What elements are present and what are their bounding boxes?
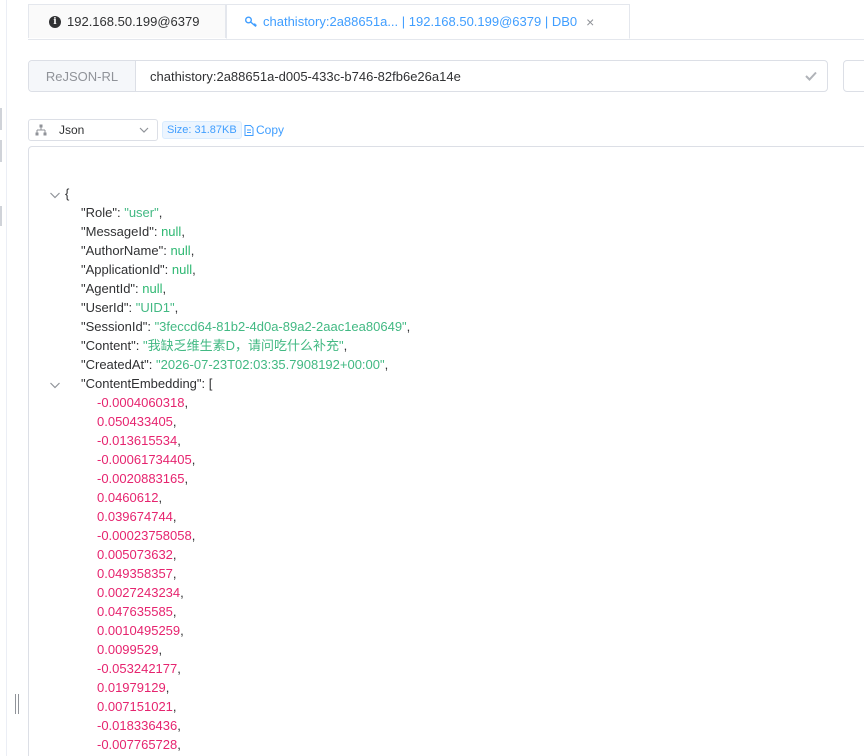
json-number: -0.013615534 xyxy=(97,433,178,448)
document-icon xyxy=(244,124,254,136)
key-icon xyxy=(245,16,257,27)
json-key: "CreatedAt" xyxy=(81,357,149,372)
json-field-line: "AuthorName": null, xyxy=(81,243,195,258)
json-value: "3feccd64-81b2-4d0a-89a2-2aac1ea80649" xyxy=(154,319,407,334)
splitter-mark xyxy=(0,140,2,162)
json-field-line: "Role": "user", xyxy=(81,205,163,220)
json-array-item: 0.050433405, xyxy=(97,414,177,429)
copy-label: Copy xyxy=(256,123,285,137)
json-array-item: -0.0004060318, xyxy=(97,395,189,410)
json-array-item: 0.005073632, xyxy=(97,547,177,562)
json-number: -0.018336436 xyxy=(97,718,178,733)
json-number: 0.050433405 xyxy=(97,414,173,429)
resize-handle[interactable] xyxy=(15,694,21,714)
collapse-toggle-icon[interactable] xyxy=(49,189,61,201)
json-key: "UserId" xyxy=(81,300,129,315)
json-key: "SessionId" xyxy=(81,319,148,334)
tabs-bar: i 192.168.50.199@6379 chathistory:2a8865… xyxy=(28,4,864,40)
json-field-line: "ApplicationId": null, xyxy=(81,262,196,277)
json-field-line: "Content": "我缺乏维生素D，请问吃什么补充", xyxy=(81,338,348,353)
json-array-line: "ContentEmbedding": [ xyxy=(81,376,213,391)
tab-label: chathistory:2a88651a... | 192.168.50.199… xyxy=(263,14,578,29)
tree-icon xyxy=(35,124,47,136)
json-array-item: 0.0010495259, xyxy=(97,623,184,638)
json-number: -0.053242177 xyxy=(97,661,178,676)
json-number: 0.047635585 xyxy=(97,604,173,619)
json-key: "AuthorName" xyxy=(81,243,164,258)
chevron-down-icon xyxy=(139,127,149,133)
json-value: "2026-07-23T02:03:35.7908192+00:00" xyxy=(156,357,385,372)
info-icon: i xyxy=(49,15,61,28)
json-number: 0.0027243234 xyxy=(97,585,181,600)
key-name-input[interactable]: chathistory:2a88651a-d005-433c-b746-82fb… xyxy=(136,61,795,91)
ttl-button[interactable] xyxy=(843,60,864,92)
json-number: -0.007765728 xyxy=(97,737,178,752)
close-icon[interactable]: × xyxy=(586,15,594,29)
tab-connection-info[interactable]: i 192.168.50.199@6379 xyxy=(28,4,226,38)
json-key: "ApplicationId" xyxy=(81,262,165,277)
json-array-item: 0.0099529, xyxy=(97,642,163,657)
json-array-item: 0.039674744, xyxy=(97,509,177,524)
json-number: 0.0010495259 xyxy=(97,623,181,638)
json-value: null xyxy=(170,243,191,258)
splitter-mark xyxy=(0,206,2,226)
json-value: null xyxy=(161,224,182,239)
json-number: 0.01979129 xyxy=(97,680,166,695)
json-array-item: 0.0460612, xyxy=(97,490,163,505)
json-value: null xyxy=(142,281,163,296)
json-open-brace: { xyxy=(65,186,70,201)
json-value: null xyxy=(171,262,193,277)
json-key: "MessageId" xyxy=(81,224,154,239)
json-number: 0.039674744 xyxy=(97,509,173,524)
json-array-item: 0.01979129, xyxy=(97,680,170,695)
format-selected: Json xyxy=(59,123,85,137)
json-field-line: "SessionId": "3feccd64-81b2-4d0a-89a2-2a… xyxy=(81,319,411,334)
json-viewer[interactable]: { "Role": "user", "MessageId": null, "Auth… xyxy=(28,146,864,756)
key-name-bar: ReJSON-RL chathistory:2a88651a-d005-433c… xyxy=(28,60,828,92)
json-field-line: "AgentId": null, xyxy=(81,281,167,296)
json-array-item: -0.007765728, xyxy=(97,737,181,752)
json-array-item: 0.007151021, xyxy=(97,699,177,714)
json-array-item: 0.047635585, xyxy=(97,604,177,619)
json-array-item: -0.00061734405, xyxy=(97,452,196,467)
collapse-toggle-icon[interactable] xyxy=(49,379,61,391)
json-array-item: 0.049358357, xyxy=(97,566,177,581)
tab-label: 192.168.50.199@6379 xyxy=(67,14,200,29)
json-array-item: 0.0027243234, xyxy=(97,585,184,600)
json-value: "我缺乏维生素D，请问吃什么补充" xyxy=(143,338,344,353)
splitter-mark xyxy=(0,108,2,130)
json-key: "Role" xyxy=(81,205,117,220)
tab-key-detail[interactable]: chathistory:2a88651a... | 192.168.50.199… xyxy=(226,4,630,39)
key-type-label: ReJSON-RL xyxy=(29,61,136,91)
copy-button[interactable]: Copy xyxy=(244,121,284,139)
json-value: "UID1" xyxy=(135,300,175,315)
json-number: -0.00061734405 xyxy=(97,452,192,467)
json-array-item: -0.018336436, xyxy=(97,718,181,733)
left-splitter[interactable] xyxy=(0,0,7,756)
app-root: i 192.168.50.199@6379 chathistory:2a8865… xyxy=(0,0,864,756)
format-select[interactable]: Json xyxy=(28,119,158,141)
json-field-line: "UserId": "UID1", xyxy=(81,300,179,315)
json-key: "ContentEmbedding" xyxy=(81,376,202,391)
json-array-item: -0.00023758058, xyxy=(97,528,196,543)
json-array-open: [ xyxy=(208,376,213,391)
json-array-item: -0.053242177, xyxy=(97,661,181,676)
json-number: 0.0099529 xyxy=(97,642,159,657)
json-number: -0.0020883165 xyxy=(97,471,185,486)
json-array-item: -0.013615534, xyxy=(97,433,181,448)
json-number: 0.0460612 xyxy=(97,490,159,505)
json-value: "user" xyxy=(124,205,159,220)
json-key: "Content" xyxy=(81,338,136,353)
check-icon[interactable] xyxy=(795,61,827,91)
json-number: 0.005073632 xyxy=(97,547,173,562)
json-array-item: -0.0020883165, xyxy=(97,471,189,486)
json-field-line: "CreatedAt": "2026-07-23T02:03:35.790819… xyxy=(81,357,389,372)
json-key: "AgentId" xyxy=(81,281,136,296)
json-number: -0.0004060318 xyxy=(97,395,185,410)
json-number: 0.049358357 xyxy=(97,566,173,581)
size-badge: Size: 31.87KB xyxy=(162,121,242,139)
json-number: -0.00023758058 xyxy=(97,528,192,543)
json-number: 0.007151021 xyxy=(97,699,173,714)
json-field-line: "MessageId": null, xyxy=(81,224,185,239)
